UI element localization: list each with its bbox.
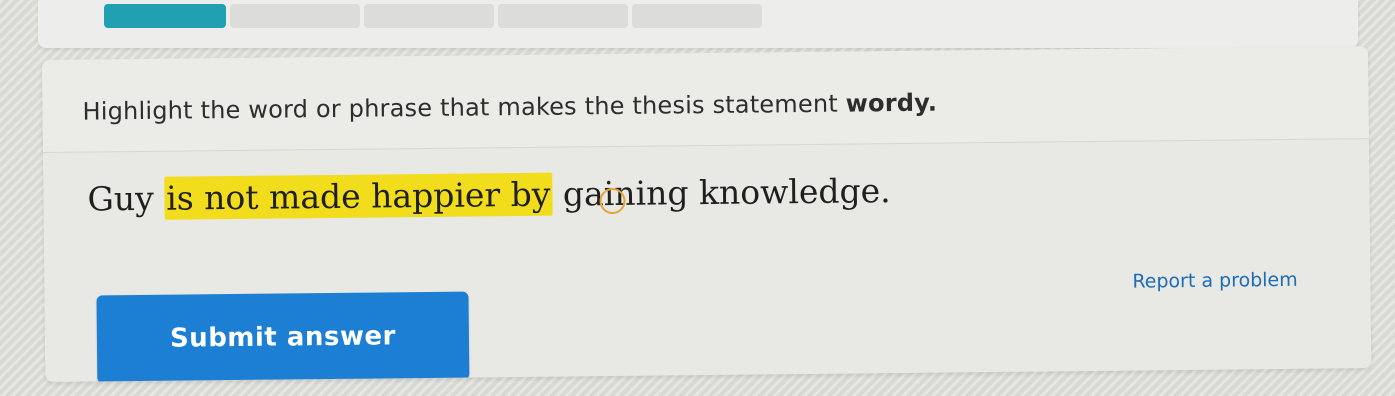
progress-bar: [104, 4, 762, 28]
report-problem-link[interactable]: Report a problem: [1132, 269, 1298, 293]
prompt-area: Highlight the word or phrase that makes …: [42, 46, 1369, 153]
progress-segment: [632, 4, 762, 28]
progress-segment: [498, 4, 628, 28]
submit-answer-button[interactable]: Submit answer: [96, 291, 470, 382]
progress-segment: [230, 4, 360, 28]
prompt-bold-word: wordy.: [845, 88, 938, 118]
cursor-ring-icon: [599, 187, 626, 215]
prompt-text: Highlight the word or phrase that makes …: [82, 89, 846, 126]
progress-segment: [364, 4, 494, 28]
top-bar: [38, 0, 1358, 48]
exercise-card: Highlight the word or phrase that makes …: [42, 46, 1372, 382]
question-prompt: Highlight the word or phrase that makes …: [82, 89, 937, 126]
sentence-lead[interactable]: Guy: [87, 179, 164, 219]
thesis-sentence[interactable]: Guy is not made happier by gaining knowl…: [87, 171, 891, 220]
highlighted-phrase[interactable]: is not made happier by: [163, 172, 553, 220]
progress-segment-complete: [104, 4, 226, 28]
